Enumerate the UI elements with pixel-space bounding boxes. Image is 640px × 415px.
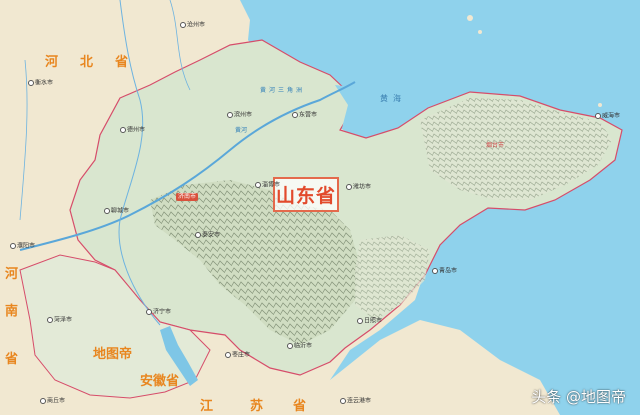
label-hebei-he: 河: [45, 55, 61, 70]
island: [478, 30, 482, 34]
label-yellow-sea: 黄海: [380, 94, 406, 103]
province-title: 山东省: [273, 177, 339, 212]
city-jinan: 济南市: [176, 193, 199, 201]
city-hengshui: 衡水市: [28, 80, 53, 87]
city-cangzhou: 沧州市: [180, 22, 205, 29]
island: [467, 15, 473, 21]
city-binzhou: 滨州市: [227, 112, 252, 119]
label-yellow-river: 黄河: [235, 127, 248, 134]
label-jiangsu-su: 苏: [250, 399, 266, 414]
city-puyang: 濮阳市: [10, 243, 35, 250]
city-heze: 菏泽市: [47, 317, 72, 324]
city-linyi: 临沂市: [287, 343, 312, 350]
label-delta: 黄河三角洲: [260, 87, 306, 94]
watermark: 头条 @地图帝: [531, 388, 626, 406]
city-qingdao: 青岛市: [432, 268, 457, 275]
label-henan-sheng: 省: [5, 352, 21, 367]
city-weihai: 威海市: [595, 113, 620, 120]
city-weifang: 潍坊市: [346, 184, 371, 191]
label-anhui: 安徽省: [140, 374, 180, 389]
city-jining: 济宁市: [146, 309, 171, 316]
label-hebei-sheng: 省: [115, 55, 131, 70]
city-dezhou: 德州市: [120, 127, 145, 134]
label-henan-nan: 南: [5, 304, 21, 319]
label-jiangsu-sheng: 省: [293, 399, 309, 414]
island: [598, 103, 602, 107]
label-hebei-bei: 北: [80, 55, 96, 70]
label-jiangsu-jiang: 江: [200, 399, 216, 414]
label-enclave: 地图帝: [93, 347, 133, 362]
label-henan-he: 河: [5, 267, 21, 282]
city-zibo: 淄博市: [255, 182, 280, 189]
city-dongying: 东营市: [292, 112, 317, 119]
city-zaozhuang: 枣庄市: [225, 352, 250, 359]
city-liaocheng: 聊城市: [104, 208, 129, 215]
city-shangqiu: 商丘市: [40, 398, 65, 405]
city-lianyungang: 连云港市: [340, 398, 371, 405]
city-yantai: 烟台市: [486, 142, 505, 149]
city-rizhao: 日照市: [357, 318, 382, 325]
city-taian: 泰安市: [195, 232, 220, 239]
